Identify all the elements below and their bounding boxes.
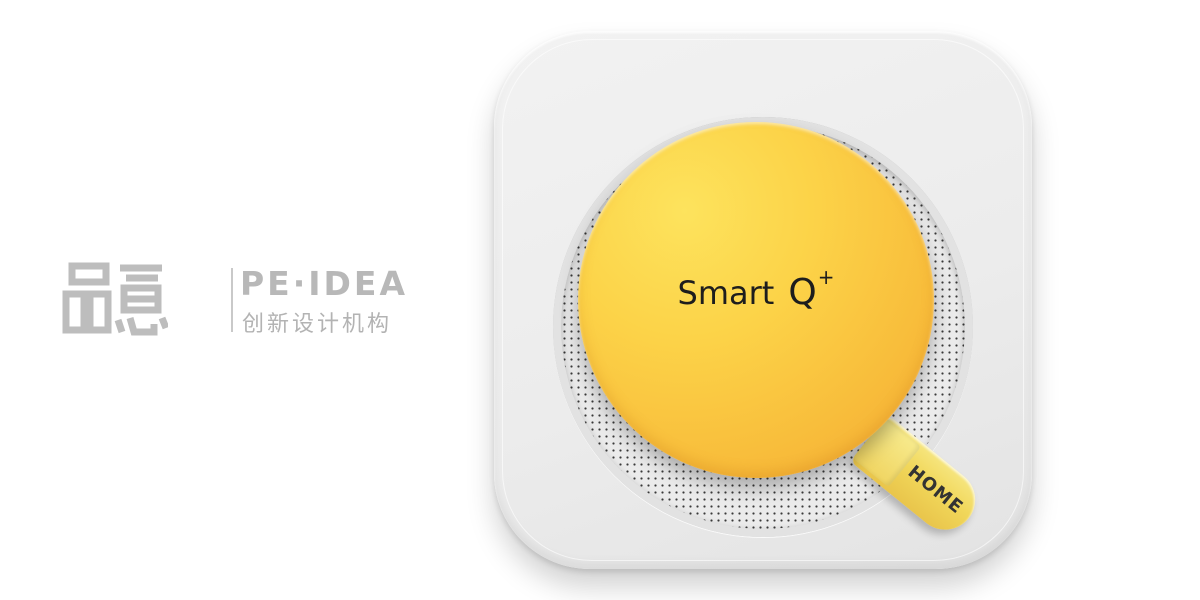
logo-english-name: PE·IDEA — [240, 264, 409, 303]
dial-brand-text: Smart Q+ — [578, 265, 934, 313]
dial-brand-word: Smart — [677, 274, 775, 312]
home-button-label: HOME — [903, 461, 968, 519]
pinyi-logo-mark — [62, 262, 168, 336]
logo-chinese-tagline: 创新设计机构 — [242, 312, 393, 337]
product-showcase: PE·IDEA 创新设计机构 HOME Smart Q+ — [0, 0, 1200, 600]
control-dial[interactable]: Smart Q+ — [578, 122, 934, 478]
smart-speaker-device: HOME Smart Q+ — [494, 31, 1032, 569]
dial-brand-sup: + — [817, 265, 835, 289]
logo-divider — [231, 268, 233, 332]
dial-brand-letter: Q — [788, 272, 817, 313]
brand-logo: PE·IDEA 创新设计机构 — [62, 262, 405, 342]
